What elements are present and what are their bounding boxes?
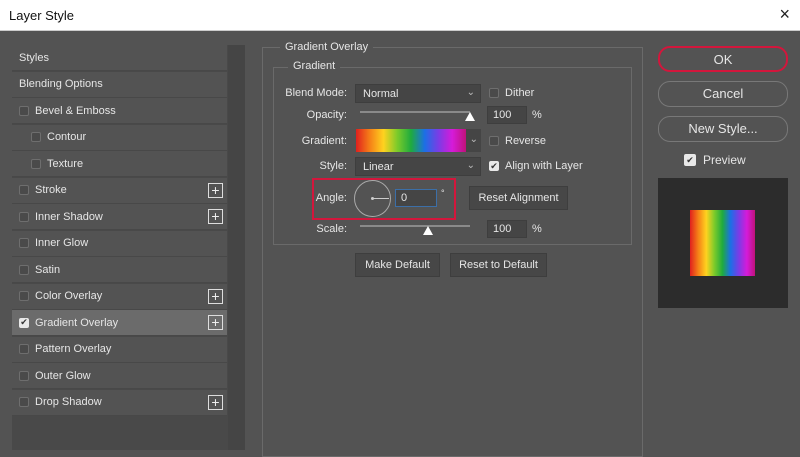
sidebar-item-outer-glow[interactable]: Outer Glow xyxy=(12,363,227,389)
preview-gradient-swatch xyxy=(690,210,755,276)
new-style-button[interactable]: New Style... xyxy=(658,116,788,142)
styles-scrollbar[interactable] xyxy=(228,45,245,450)
sidebar-item-label: Stroke xyxy=(35,184,67,196)
sidebar-item-label: Color Overlay xyxy=(35,290,103,302)
sidebar-item-color-overlay[interactable]: Color Overlay + xyxy=(12,283,227,310)
angle-unit: ° xyxy=(441,188,445,198)
angle-dial-center xyxy=(371,197,374,200)
sidebar-item-label: Inner Shadow xyxy=(35,210,103,223)
sidebar-item-stroke[interactable]: Stroke + xyxy=(12,177,227,204)
scale-input[interactable]: 100 xyxy=(487,220,527,238)
checkbox[interactable] xyxy=(19,344,29,354)
checkbox[interactable] xyxy=(31,158,41,169)
group-title: Gradient Overlay xyxy=(280,41,374,53)
blend-mode-value: Normal xyxy=(363,88,399,100)
cancel-button[interactable]: Cancel xyxy=(658,81,788,107)
sidebar-item-label: Inner Glow xyxy=(35,237,89,249)
add-icon[interactable]: + xyxy=(208,209,223,224)
subgroup-title: Gradient xyxy=(288,60,341,72)
scale-label: Scale: xyxy=(316,223,347,235)
reset-alignment-button[interactable]: Reset Alignment xyxy=(469,186,568,210)
dither-label: Dither xyxy=(505,87,535,99)
check-icon: ✔ xyxy=(489,160,499,171)
reverse-checkbox[interactable]: Reverse xyxy=(489,135,546,147)
sidebar-item-blending-options[interactable]: Blending Options xyxy=(12,71,227,98)
sidebar-item-styles[interactable]: Styles xyxy=(12,45,227,71)
reverse-label: Reverse xyxy=(505,135,546,147)
sidebar-item-inner-shadow[interactable]: Inner Shadow + xyxy=(12,204,227,230)
blend-mode-select[interactable]: Normal ⌄ xyxy=(355,84,481,103)
sidebar-item-contour[interactable]: Contour xyxy=(12,124,227,151)
chevron-down-icon: ⌄ xyxy=(469,134,478,145)
sidebar-item-pattern-overlay[interactable]: Pattern Overlay xyxy=(12,336,227,363)
sidebar-item-label: Styles xyxy=(19,51,49,64)
style-select[interactable]: Linear ⌄ xyxy=(355,157,481,176)
style-value: Linear xyxy=(363,161,394,173)
chevron-down-icon: ⌄ xyxy=(466,87,475,98)
gradient-label: Gradient: xyxy=(301,135,347,147)
checkbox[interactable] xyxy=(19,185,29,195)
scale-unit: % xyxy=(532,223,542,235)
opacity-input[interactable]: 100 xyxy=(487,106,527,124)
check-icon: ✔ xyxy=(684,154,696,166)
checkbox[interactable] xyxy=(19,264,29,275)
checkbox[interactable] xyxy=(19,370,29,381)
sidebar-item-drop-shadow[interactable]: Drop Shadow + xyxy=(12,389,227,416)
ok-button[interactable]: OK xyxy=(658,46,788,72)
checkbox[interactable] xyxy=(19,105,29,116)
sidebar-item-label: Gradient Overlay xyxy=(35,316,119,329)
gradient-dropdown[interactable]: ⌄ xyxy=(466,129,481,152)
sidebar-item-inner-glow[interactable]: Inner Glow xyxy=(12,230,227,257)
sidebar-item-label: Bevel & Emboss xyxy=(35,104,116,117)
checkbox[interactable] xyxy=(19,211,29,222)
dither-box xyxy=(489,88,499,98)
reverse-box xyxy=(489,136,499,146)
add-icon[interactable]: + xyxy=(208,182,223,198)
add-icon[interactable]: + xyxy=(208,394,223,410)
check-icon[interactable]: ✔ xyxy=(19,317,29,328)
dither-checkbox[interactable]: Dither xyxy=(489,87,534,99)
make-default-button[interactable]: Make Default xyxy=(355,253,440,277)
sidebar-item-satin[interactable]: Satin xyxy=(12,257,227,283)
align-label: Align with Layer xyxy=(505,160,583,172)
opacity-label: Opacity: xyxy=(306,109,347,121)
sidebar-item-label: Satin xyxy=(35,263,61,276)
sidebar-item-bevel-emboss[interactable]: Bevel & Emboss xyxy=(12,98,227,124)
angle-input[interactable]: 0 xyxy=(395,189,437,207)
reset-to-default-button[interactable]: Reset to Default xyxy=(450,253,547,277)
add-icon[interactable]: + xyxy=(208,288,223,304)
sidebar-item-label: Drop Shadow xyxy=(35,396,102,408)
close-icon[interactable]: × xyxy=(779,4,790,25)
angle-label: Angle: xyxy=(315,192,347,204)
sidebar-item-gradient-overlay[interactable]: ✔ Gradient Overlay + xyxy=(12,310,227,336)
sidebar-item-label: Blending Options xyxy=(19,78,103,90)
gradient-swatch[interactable] xyxy=(356,129,466,152)
checkbox[interactable] xyxy=(19,291,29,301)
preview-checkbox[interactable]: ✔ Preview xyxy=(684,153,746,167)
checkbox[interactable] xyxy=(31,132,41,142)
scale-slider[interactable] xyxy=(360,225,470,227)
preview-thumbnail xyxy=(658,178,788,308)
scale-slider-thumb[interactable] xyxy=(423,226,433,235)
add-icon[interactable]: + xyxy=(208,315,223,330)
chevron-down-icon: ⌄ xyxy=(466,160,475,171)
sidebar-item-label: Texture xyxy=(47,157,84,170)
blend-mode-label: Blend Mode: xyxy=(285,87,347,99)
sidebar-item-label: Contour xyxy=(47,131,87,143)
opacity-slider-thumb[interactable] xyxy=(465,112,475,121)
opacity-unit: % xyxy=(532,109,542,121)
window-title: Layer Style xyxy=(9,8,75,23)
angle-dial-needle xyxy=(372,198,389,199)
align-with-layer-checkbox[interactable]: ✔ Align with Layer xyxy=(489,160,583,172)
title-bar: Layer Style × xyxy=(0,0,800,31)
checkbox[interactable] xyxy=(19,238,29,248)
angle-dial[interactable] xyxy=(354,180,391,217)
opacity-slider[interactable] xyxy=(360,111,470,113)
checkbox[interactable] xyxy=(19,397,29,407)
style-label: Style: xyxy=(319,160,347,172)
sidebar-item-texture[interactable]: Texture xyxy=(12,151,227,177)
preview-label: Preview xyxy=(703,153,746,167)
sidebar-item-label: Outer Glow xyxy=(35,369,91,382)
sidebar-item-label: Pattern Overlay xyxy=(35,343,112,355)
